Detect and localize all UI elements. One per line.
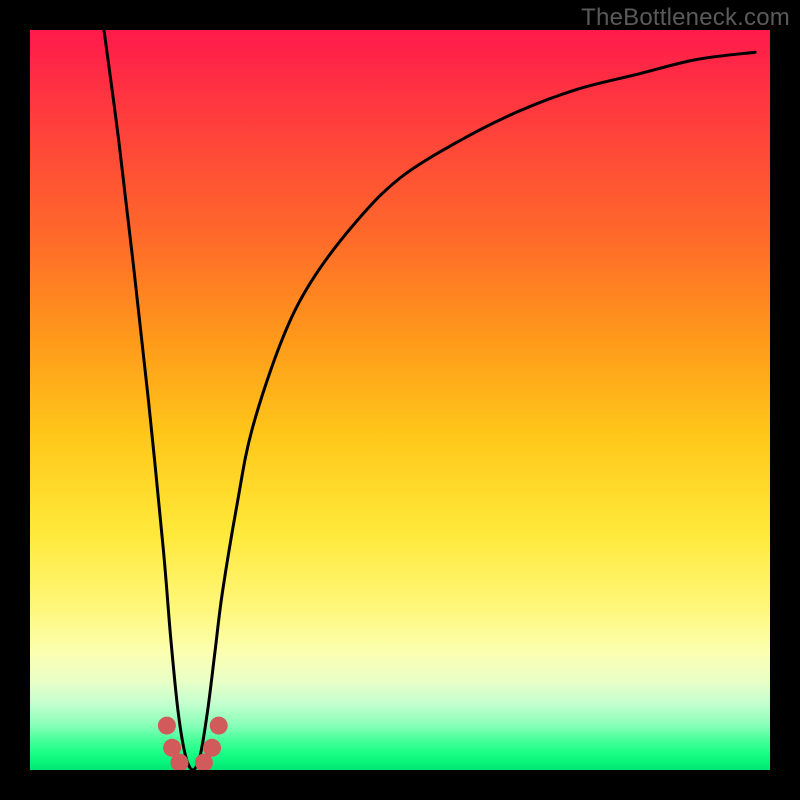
curve-marker bbox=[158, 717, 176, 735]
curve-marker bbox=[203, 739, 221, 757]
curve-layer bbox=[30, 30, 770, 770]
plot-area bbox=[30, 30, 770, 770]
curve-markers bbox=[158, 717, 228, 770]
curve-marker bbox=[210, 717, 228, 735]
chart-frame: TheBottleneck.com bbox=[0, 0, 800, 800]
bottleneck-curve bbox=[104, 30, 755, 770]
watermark-text: TheBottleneck.com bbox=[581, 4, 790, 32]
